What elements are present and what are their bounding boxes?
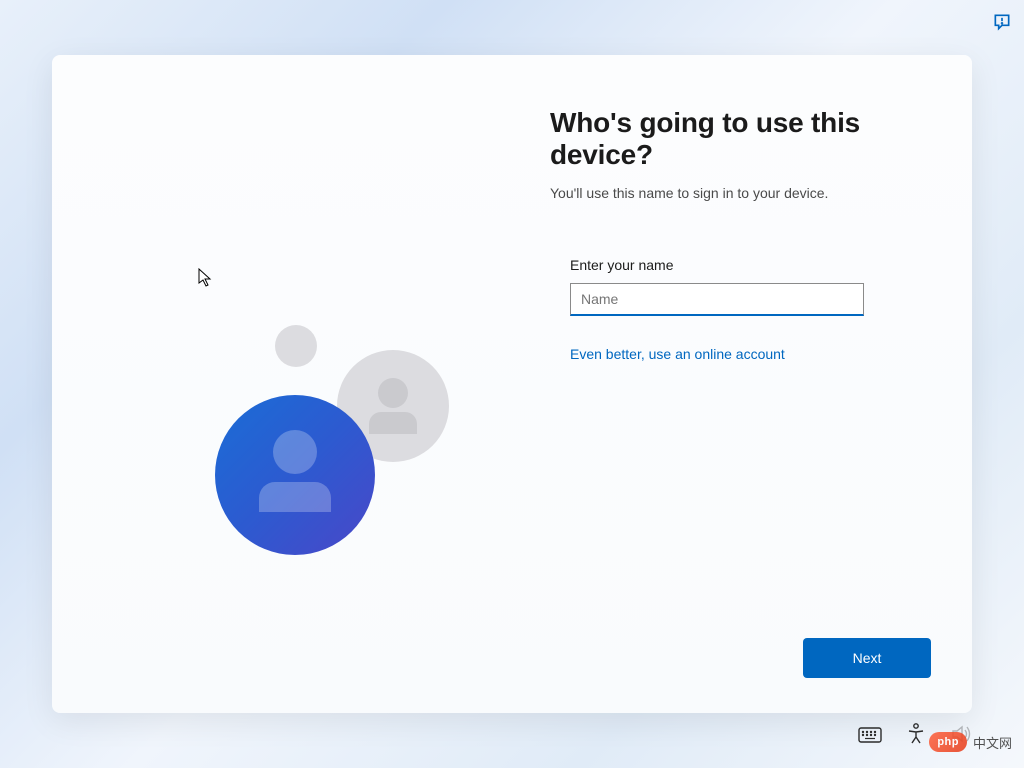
large-avatar-icon bbox=[215, 395, 375, 555]
name-input[interactable] bbox=[570, 283, 864, 316]
setup-card: Who's going to use this device? You'll u… bbox=[52, 55, 972, 713]
small-circle-icon bbox=[275, 325, 317, 367]
page-subtitle: You'll use this name to sign in to your … bbox=[550, 185, 924, 201]
next-button[interactable]: Next bbox=[803, 638, 931, 678]
watermark: php 中文网 bbox=[929, 732, 1012, 752]
form-area: Enter your name Even better, use an onli… bbox=[550, 257, 924, 364]
feedback-icon[interactable] bbox=[992, 12, 1012, 32]
illustration-panel bbox=[52, 55, 512, 713]
user-illustration bbox=[207, 320, 467, 560]
accessibility-icon[interactable] bbox=[906, 723, 926, 750]
php-badge: php bbox=[929, 732, 967, 752]
page-title: Who's going to use this device? bbox=[550, 107, 924, 171]
keyboard-icon[interactable] bbox=[858, 725, 882, 748]
name-field-label: Enter your name bbox=[570, 257, 924, 273]
watermark-text: 中文网 bbox=[973, 733, 1012, 752]
content-panel: Who's going to use this device? You'll u… bbox=[512, 55, 972, 713]
online-account-link[interactable]: Even better, use an online account bbox=[570, 346, 785, 362]
